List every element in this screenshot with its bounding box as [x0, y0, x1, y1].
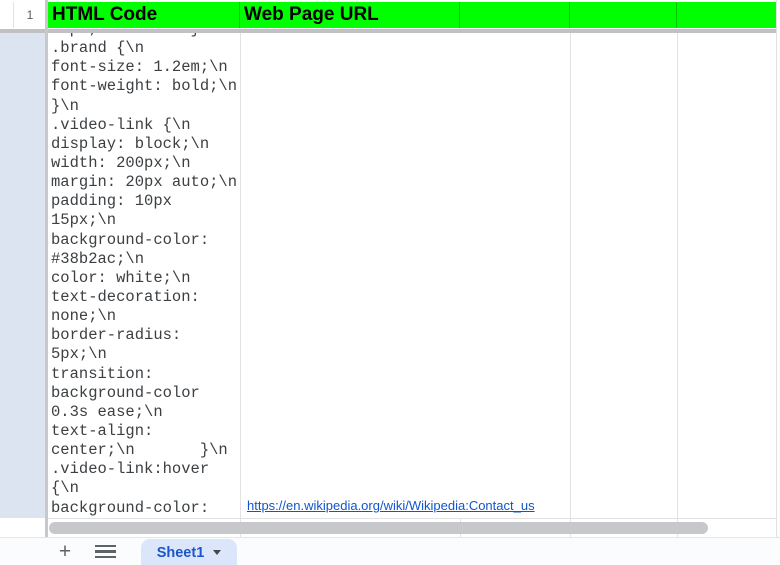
spreadsheet-app: 1 HTML Code Web Page URL 20px;\n }\n.bra… [0, 0, 780, 565]
cell-html-code[interactable]: 20px;\n }\n.brand {\nfont-size: 1.2em;\n… [48, 33, 240, 518]
code-line: none;\n [51, 307, 240, 326]
code-line: }\n [51, 97, 240, 116]
code-line: #38b2ac;\n [51, 250, 240, 269]
menu-bar-line [95, 550, 116, 552]
chevron-down-icon[interactable] [213, 550, 221, 555]
menu-bar-line [95, 556, 116, 558]
code-line: transition: [51, 365, 240, 384]
code-line: text-decoration: [51, 288, 240, 307]
all-sheets-menu-icon[interactable] [95, 545, 116, 558]
code-line: .video-link:hover [51, 460, 240, 479]
code-line: background-color: [51, 499, 240, 518]
code-text: 20px;\n }\n.brand {\nfont-size: 1.2em;\n… [48, 33, 240, 518]
code-line: font-weight: bold;\n [51, 77, 240, 96]
header-cell-empty-2[interactable] [570, 2, 677, 28]
sheet-tab-bar: + Sheet1 [0, 537, 780, 565]
gridline [240, 33, 241, 537]
code-line: background-color: [51, 231, 240, 250]
header-cell-html-code[interactable]: HTML Code [48, 2, 240, 28]
code-line: center;\n }\n [51, 441, 240, 460]
horizontal-scrollbar[interactable] [49, 522, 708, 534]
code-line: .brand {\n [51, 39, 240, 58]
code-line: text-align: [51, 422, 240, 441]
sheet-tab-label: Sheet1 [157, 545, 205, 561]
add-sheet-button[interactable]: + [52, 538, 78, 565]
gridline [570, 33, 571, 537]
row-number[interactable]: 1 [13, 2, 46, 28]
gridline [48, 518, 776, 519]
code-line: display: block;\n [51, 135, 240, 154]
code-line: color: white;\n [51, 269, 240, 288]
header-cell-empty-3[interactable] [677, 2, 776, 28]
code-line: width: 200px;\n [51, 154, 240, 173]
menu-bar-line [95, 545, 116, 547]
code-line: 5px;\n [51, 345, 240, 364]
code-line: font-size: 1.2em;\n [51, 58, 240, 77]
code-line: padding: 10px [51, 192, 240, 211]
code-line: background-color [51, 384, 240, 403]
header-row: HTML Code Web Page URL [48, 2, 776, 28]
code-line: border-radius: [51, 326, 240, 345]
vertical-scrollbar[interactable] [776, 0, 780, 537]
header-cell-empty-1[interactable] [460, 2, 570, 28]
gridline [677, 33, 678, 537]
row-header-2-highlighted[interactable] [0, 33, 45, 518]
row-header-1[interactable]: 1 [0, 2, 45, 28]
code-line: margin: 20px auto;\n [51, 173, 240, 192]
code-line: 15px;\n [51, 211, 240, 230]
code-line: {\n [51, 479, 240, 498]
code-line: 0.3s ease;\n [51, 403, 240, 422]
header-cell-web-page-url[interactable]: Web Page URL [240, 2, 460, 28]
sheet-tab-active[interactable]: Sheet1 [141, 539, 237, 565]
code-line: .video-link {\n [51, 116, 240, 135]
web-page-url-link[interactable]: https://en.wikipedia.org/wiki/Wikipedia:… [247, 498, 535, 513]
